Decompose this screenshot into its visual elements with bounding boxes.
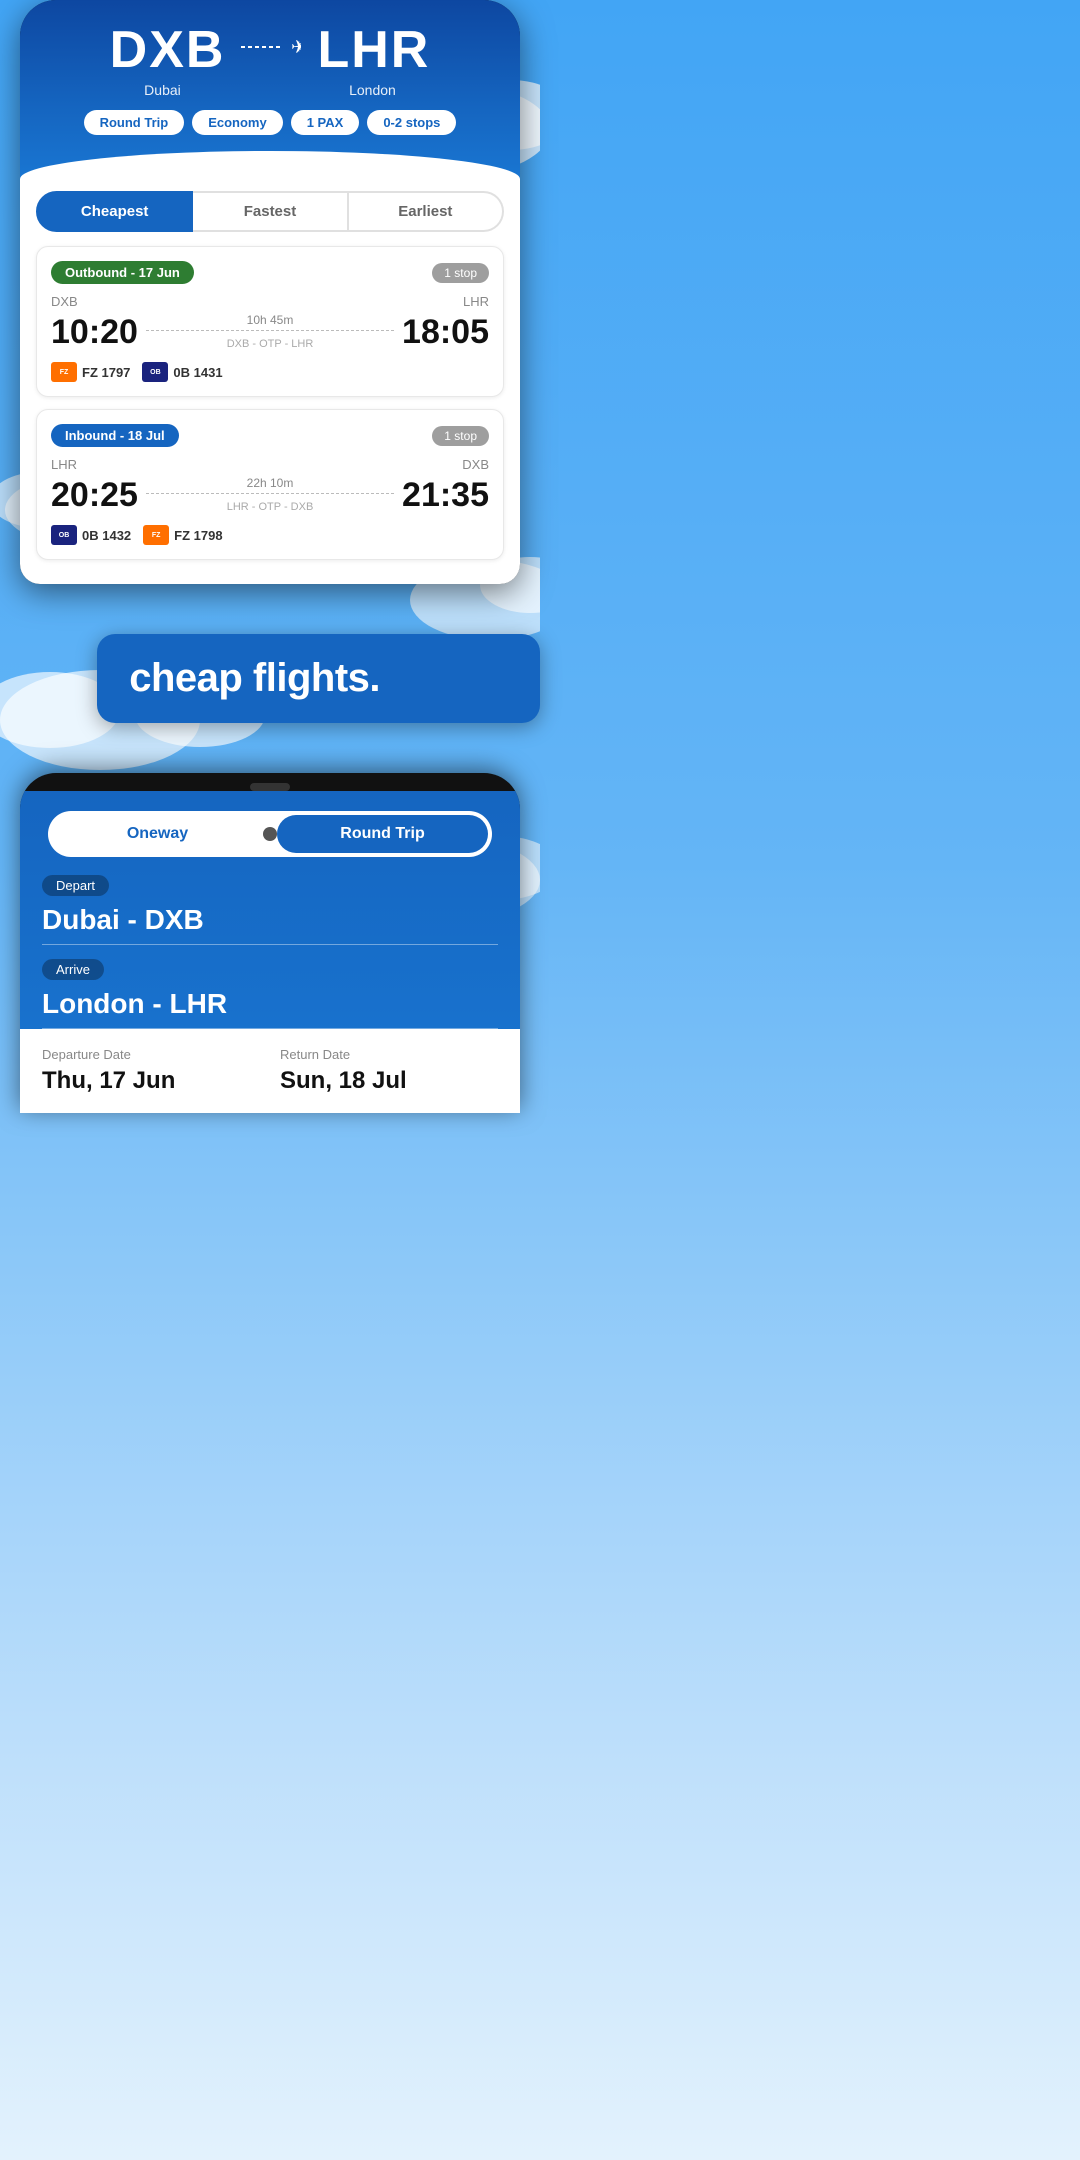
inbound-airlines: OB 0B 1432 FZ FZ 1798 xyxy=(51,525,489,545)
toggle-dot-indicator xyxy=(263,827,277,841)
origin-name: Dubai xyxy=(144,82,181,98)
return-date-value: Sun, 18 Jul xyxy=(280,1067,498,1095)
airports-row: DXB ✈ LHR xyxy=(40,20,500,80)
inbound-airline1-code: 0B 1432 xyxy=(82,528,131,543)
inbound-times-row: 20:25 22h 10m LHR - OTP - DXB 21:35 xyxy=(51,476,489,515)
phone-bottom-frame: Oneway Round Trip Depart Dubai - DXB Arr… xyxy=(20,773,520,1113)
header-wave xyxy=(20,151,520,179)
outbound-card[interactable]: Outbound - 17 Jun 1 stop DXB LHR 10:20 1… xyxy=(36,246,504,397)
pax-tag[interactable]: 1 PAX xyxy=(291,110,360,135)
flight-arrow: ✈ xyxy=(241,33,301,67)
outbound-duration: 10h 45m DXB - OTP - LHR xyxy=(138,313,402,352)
outbound-airports: DXB LHR xyxy=(51,294,489,309)
inbound-card[interactable]: Inbound - 18 Jul 1 stop LHR DXB 20:25 22… xyxy=(36,409,504,560)
inbound-stops: 1 stop xyxy=(432,426,489,446)
outbound-destination: LHR xyxy=(463,294,489,309)
cheapest-tab[interactable]: Cheapest xyxy=(36,191,193,232)
outbound-airline1-code: FZ 1797 xyxy=(82,365,130,380)
phone-notch xyxy=(250,783,290,791)
inbound-airline1-logo: OB xyxy=(51,525,77,545)
departure-date-label: Departure Date xyxy=(42,1047,260,1062)
fastest-tab[interactable]: Fastest xyxy=(193,191,348,232)
outbound-route: DXB - OTP - LHR xyxy=(227,338,314,350)
inbound-airports: LHR DXB xyxy=(51,457,489,472)
inbound-airline2-code: FZ 1798 xyxy=(174,528,222,543)
inbound-airline1: OB 0B 1432 xyxy=(51,525,131,545)
oneway-option[interactable]: Oneway xyxy=(52,815,263,853)
middle-section: cheap flights. xyxy=(0,584,540,773)
outbound-origin: DXB xyxy=(51,294,78,309)
inbound-airline2: FZ FZ 1798 xyxy=(143,525,222,545)
outbound-label: Outbound - 17 Jun xyxy=(51,261,194,284)
outbound-airline2-logo: OB xyxy=(142,362,168,382)
depart-field[interactable]: Depart Dubai - DXB xyxy=(20,869,520,945)
outbound-duration-text: 10h 45m xyxy=(146,313,394,327)
trip-type-toggle: Oneway Round Trip xyxy=(48,811,492,857)
inbound-airline2-logo: FZ xyxy=(143,525,169,545)
inbound-label: Inbound - 18 Jul xyxy=(51,424,179,447)
outbound-airline2-code: 0B 1431 xyxy=(173,365,222,380)
inbound-origin: LHR xyxy=(51,457,77,472)
filter-tabs: Cheapest Fastest Earliest xyxy=(20,179,520,246)
return-date-label: Return Date xyxy=(280,1047,498,1062)
cheap-flights-bubble: cheap flights. xyxy=(97,634,540,723)
inbound-header: Inbound - 18 Jul 1 stop xyxy=(51,424,489,447)
depart-label: Depart xyxy=(42,875,109,896)
arrive-value: London - LHR xyxy=(42,988,498,1020)
depart-divider xyxy=(42,944,498,945)
outbound-times-row: 10:20 10h 45m DXB - OTP - LHR 18:05 xyxy=(51,313,489,352)
trip-type-tag[interactable]: Round Trip xyxy=(84,110,185,135)
departure-date-field[interactable]: Departure Date Thu, 17 Jun xyxy=(42,1047,260,1095)
search-tags-row: Round Trip Economy 1 PAX 0-2 stops xyxy=(40,110,500,151)
airport-names-row: Dubai London xyxy=(40,82,500,98)
outbound-depart: 10:20 xyxy=(51,313,138,352)
destination-code: LHR xyxy=(317,20,430,80)
arrive-label: Arrive xyxy=(42,959,104,980)
dates-section: Departure Date Thu, 17 Jun Return Date S… xyxy=(20,1029,520,1113)
inbound-duration: 22h 10m LHR - OTP - DXB xyxy=(138,476,402,515)
outbound-airline1-logo: FZ xyxy=(51,362,77,382)
outbound-stops: 1 stop xyxy=(432,263,489,283)
arrive-field[interactable]: Arrive London - LHR xyxy=(20,959,520,1029)
inbound-arrive: 21:35 xyxy=(402,476,489,515)
roundtrip-option[interactable]: Round Trip xyxy=(277,815,488,853)
phone-top-frame: DXB ✈ LHR Dubai London Round Trip Econom… xyxy=(20,0,520,584)
outbound-airline2: OB 0B 1431 xyxy=(142,362,222,382)
inbound-route: LHR - OTP - DXB xyxy=(227,501,314,513)
inbound-route-line xyxy=(146,493,394,494)
destination-name: London xyxy=(349,82,396,98)
departure-date-value: Thu, 17 Jun xyxy=(42,1067,260,1095)
origin-code: DXB xyxy=(110,20,226,80)
inbound-duration-text: 22h 10m xyxy=(146,476,394,490)
svg-text:✈: ✈ xyxy=(291,37,301,57)
inbound-depart: 20:25 xyxy=(51,476,138,515)
flight-header: DXB ✈ LHR Dubai London Round Trip Econom… xyxy=(20,0,520,179)
outbound-airline1: FZ FZ 1797 xyxy=(51,362,130,382)
stops-tag[interactable]: 0-2 stops xyxy=(367,110,456,135)
outbound-arrive: 18:05 xyxy=(402,313,489,352)
outbound-airlines: FZ FZ 1797 OB 0B 1431 xyxy=(51,362,489,382)
results-container: Outbound - 17 Jun 1 stop DXB LHR 10:20 1… xyxy=(20,246,520,584)
cabin-tag[interactable]: Economy xyxy=(192,110,283,135)
inbound-destination: DXB xyxy=(462,457,489,472)
return-date-field[interactable]: Return Date Sun, 18 Jul xyxy=(280,1047,498,1095)
search-form-container: Oneway Round Trip Depart Dubai - DXB Arr… xyxy=(20,791,520,1113)
earliest-tab[interactable]: Earliest xyxy=(349,191,504,232)
trip-toggle-container: Oneway Round Trip xyxy=(20,803,520,869)
outbound-header: Outbound - 17 Jun 1 stop xyxy=(51,261,489,284)
depart-value: Dubai - DXB xyxy=(42,904,498,936)
outbound-route-line xyxy=(146,330,394,331)
